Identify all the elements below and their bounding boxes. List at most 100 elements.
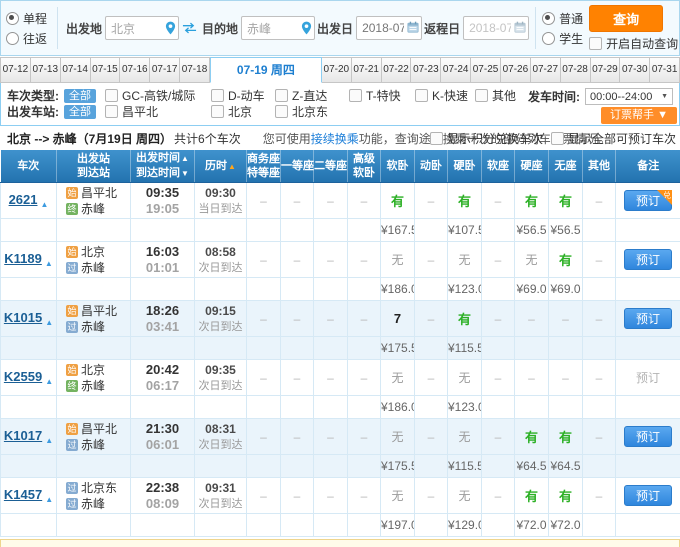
collapse-toggle-icon[interactable]: ▲ <box>45 318 53 327</box>
from-city-input[interactable] <box>105 16 179 40</box>
date-tab[interactable]: 07-26 <box>501 57 531 83</box>
depart-time-select[interactable]: 00:00--24:00 ▼ <box>585 88 673 105</box>
collapse-toggle-icon[interactable]: ▲ <box>45 495 53 504</box>
date-tab[interactable]: 07-15 <box>91 57 121 83</box>
column-header: 出发站到达站 <box>57 150 131 183</box>
filter-station-option[interactable]: 北京东 <box>275 103 349 120</box>
to-station: 赤峰 <box>81 438 105 452</box>
round-trip-radio[interactable]: 往返 <box>6 30 47 47</box>
filter-train-type-option-label: GC-高铁/城际 <box>122 87 195 104</box>
duration-cell: 08:58次日到达 <box>195 242 247 278</box>
price-cell <box>281 514 314 537</box>
seat-availability-cell: 有 <box>515 183 549 219</box>
price-cell <box>415 396 448 419</box>
train-info-row: 2621▲始昌平北终赤峰09:3519:0509:30当日到达––––有–有–有… <box>1 183 680 219</box>
date-tab[interactable]: 07-29 <box>591 57 621 83</box>
date-tab[interactable]: 07-14 <box>61 57 91 83</box>
swap-stations-icon[interactable] <box>182 22 197 34</box>
to-city-input[interactable] <box>241 16 315 40</box>
checkbox-icon <box>430 132 443 145</box>
price-cell <box>247 396 281 419</box>
column-header: 硬座 <box>515 150 549 183</box>
one-way-radio[interactable]: 单程 <box>6 10 47 27</box>
date-tab[interactable]: 07-24 <box>441 57 471 83</box>
price-cell <box>281 278 314 301</box>
filter-station-option-label: 昌平北 <box>122 103 158 120</box>
date-tab[interactable]: 07-30 <box>620 57 650 83</box>
divider <box>535 7 536 49</box>
seat-availability-cell: – <box>314 301 348 337</box>
filter-train-type-option[interactable]: 其他 <box>475 87 516 104</box>
date-tab[interactable]: 07-25 <box>471 57 501 83</box>
price-cell <box>247 219 281 242</box>
transfer-link[interactable]: 接续换乘 <box>311 132 359 146</box>
all-stations-badge[interactable]: 全部 <box>64 105 96 119</box>
normal-passenger-radio[interactable]: 普通 <box>542 10 583 27</box>
date-tab[interactable]: 07-16 <box>120 57 150 83</box>
date-tab[interactable]: 07-28 <box>561 57 591 83</box>
start-station-tag-icon: 始 <box>66 246 78 258</box>
results-table: 车次出发站到达站出发时间▲到达时间▼历时▲商务座特等座一等座二等座高级软卧软卧动… <box>0 150 680 537</box>
date-tab-selected[interactable]: 07-19 周四 <box>210 57 322 83</box>
book-button[interactable]: 预订 <box>624 485 672 506</box>
train-number-link[interactable]: K1017 <box>4 428 42 443</box>
date-tab[interactable]: 07-23 <box>411 57 441 83</box>
date-tab[interactable]: 07-31 <box>650 57 680 83</box>
column-header[interactable]: 历时▲ <box>195 150 247 183</box>
date-tab[interactable]: 07-13 <box>31 57 61 83</box>
filter-train-type-option[interactable]: K-快速 <box>415 87 475 104</box>
train-type-options: GC-高铁/城际 D-动车Z-直达T-特快K-快速其他 <box>105 87 516 104</box>
price-cell <box>515 396 549 419</box>
booking-helper-button[interactable]: 订票帮手 ▼ <box>601 107 677 124</box>
date-tab[interactable]: 07-27 <box>531 57 561 83</box>
date-tab[interactable]: 07-22 <box>382 57 412 83</box>
all-types-badge[interactable]: 全部 <box>64 89 96 103</box>
train-number-link[interactable]: K1457 <box>4 487 42 502</box>
book-button[interactable]: 预订 <box>624 426 672 447</box>
book-button[interactable]: 预订 <box>624 249 672 270</box>
date-tab[interactable]: 07-21 <box>352 57 382 83</box>
filter-station-option[interactable]: 北京 <box>211 103 275 120</box>
arrive-time: 08:09 <box>131 496 194 512</box>
column-header[interactable]: 出发时间▲到达时间▼ <box>131 150 195 183</box>
table-cell <box>57 278 131 301</box>
return-date-input[interactable] <box>463 16 529 40</box>
collapse-toggle-icon[interactable]: ▲ <box>45 377 53 386</box>
date-tab[interactable]: 07-18 <box>180 57 210 83</box>
collapse-toggle-icon[interactable]: ▲ <box>41 200 49 209</box>
filter-train-type-option[interactable]: T-特快 <box>349 87 415 104</box>
date-tab[interactable]: 07-12 <box>0 57 31 83</box>
collapse-toggle-icon[interactable]: ▲ <box>45 436 53 445</box>
show-points-trains-checkbox[interactable]: 显示积分兑换车次 <box>430 130 543 147</box>
date-tab[interactable]: 07-17 <box>150 57 180 83</box>
times-cell: 09:3519:05 <box>131 183 195 219</box>
arrival-day: 次日到达 <box>195 437 246 453</box>
train-number-link[interactable]: 2621 <box>9 192 38 207</box>
date-tab[interactable]: 07-20 <box>322 57 352 83</box>
filter-train-type-option[interactable]: GC-高铁/城际 <box>105 87 211 104</box>
seat-availability-cell: 有 <box>448 183 482 219</box>
seat-availability-cell: – <box>515 360 549 396</box>
train-number-link[interactable]: K2559 <box>4 369 42 384</box>
auto-query-checkbox[interactable]: 开启自动查询 <box>589 35 678 52</box>
show-all-bookable-checkbox[interactable]: 显示全部可预订车次 <box>551 130 676 147</box>
filter-station-option[interactable]: 昌平北 <box>105 103 211 120</box>
radio-checked-icon <box>542 12 555 25</box>
collapse-toggle-icon[interactable]: ▲ <box>45 259 53 268</box>
seat-availability-cell: 无 <box>448 242 482 278</box>
filter-train-type-option[interactable]: Z-直达 <box>275 87 349 104</box>
book-button[interactable]: 预订兑 <box>624 190 672 211</box>
book-disabled-label: 预订 <box>636 371 660 385</box>
train-number-link[interactable]: K1015 <box>4 310 42 325</box>
price-cell: ¥56.5 <box>549 219 583 242</box>
pass-station-tag-icon: 过 <box>66 439 78 451</box>
book-button[interactable]: 预订 <box>624 308 672 329</box>
seat-availability-cell: 有 <box>549 419 583 455</box>
depart-date-input[interactable] <box>356 16 422 40</box>
train-number-link[interactable]: K1189 <box>4 251 42 266</box>
price-cell: ¥186.0 <box>381 278 415 301</box>
student-passenger-radio[interactable]: 学生 <box>542 30 583 47</box>
query-button[interactable]: 查询 <box>589 5 663 32</box>
filter-train-type-option[interactable]: D-动车 <box>211 87 275 104</box>
duration: 09:35 <box>195 362 246 378</box>
